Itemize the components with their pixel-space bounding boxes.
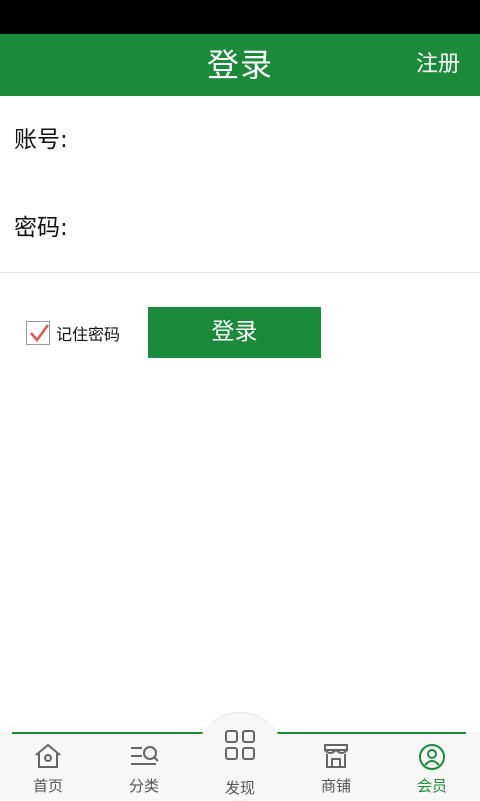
status-bar (0, 0, 480, 34)
account-input[interactable] (80, 116, 464, 166)
shop-icon (321, 742, 351, 774)
app-bar: 登录 注册 (0, 34, 480, 96)
tab-label: 商铺 (320, 777, 351, 795)
tab-category[interactable]: 分类 (96, 732, 192, 800)
password-input[interactable] (80, 204, 464, 254)
tab-label: 首页 (32, 777, 63, 795)
password-row: 密码: (0, 184, 480, 273)
checkmark-icon (30, 324, 50, 343)
grid-icon (224, 729, 256, 765)
remember-password[interactable]: 记住密码 (26, 320, 120, 346)
register-link[interactable]: 注册 (416, 34, 460, 96)
user-icon (417, 742, 447, 776)
page-title: 登录 (206, 46, 273, 84)
tab-label: 分类 (128, 777, 159, 795)
tab-discover[interactable]: 发现 (196, 712, 284, 801)
home-icon (33, 742, 63, 774)
tab-label: 发现 (224, 779, 255, 797)
password-label: 密码: (14, 215, 68, 241)
remember-checkbox[interactable] (26, 321, 50, 345)
tab-label: 会员 (416, 777, 447, 795)
tab-shop[interactable]: 商铺 (288, 732, 384, 800)
category-icon (128, 742, 160, 774)
account-label: 账号: (14, 127, 68, 153)
tab-home[interactable]: 首页 (0, 732, 96, 800)
login-button[interactable]: 登录 (148, 307, 321, 358)
tab-member[interactable]: 会员 (384, 732, 480, 800)
remember-label: 记住密码 (56, 325, 121, 344)
account-row: 账号: (0, 96, 480, 185)
